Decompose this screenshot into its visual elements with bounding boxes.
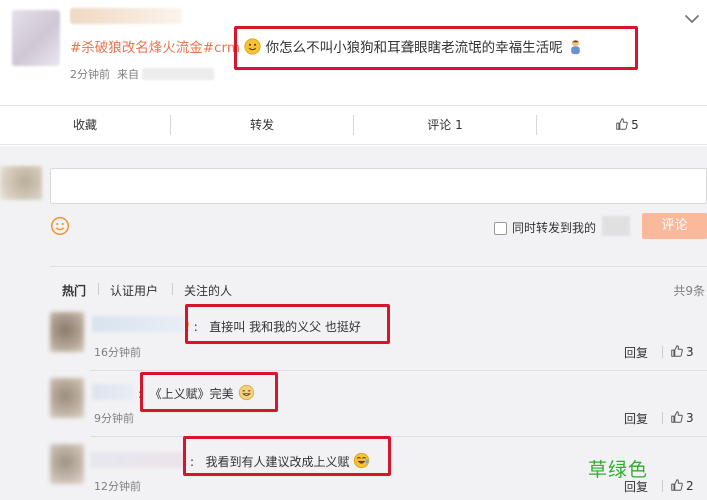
post-author-name-redacted	[70, 8, 182, 24]
row-divider	[90, 370, 707, 371]
reply-divider	[662, 480, 663, 492]
repost-button[interactable]: 转发	[171, 106, 353, 144]
reply-divider	[662, 412, 663, 424]
thumbs-up-icon	[671, 345, 683, 357]
repost-target-redacted	[602, 216, 630, 236]
highlight-box-comment-1	[185, 304, 390, 344]
comment-like-count: 3	[686, 345, 694, 359]
tab-divider	[172, 283, 173, 295]
comment-input[interactable]	[50, 168, 707, 204]
commenter-name-redacted	[90, 452, 186, 468]
post-source-redacted	[142, 68, 214, 80]
post-hashtag[interactable]: #杀破狼改名烽火流金#	[70, 40, 214, 56]
comment-time: 16分钟前	[94, 346, 141, 359]
post-author-avatar[interactable]	[12, 10, 60, 66]
comment-like-button[interactable]: 2	[670, 478, 694, 493]
comment-like-count: 2	[686, 479, 694, 493]
smiley-icon[interactable]	[50, 216, 70, 236]
post-action-bar: 收藏 转发 评论 1 5	[0, 105, 707, 145]
highlight-box-comment-3	[183, 436, 391, 476]
repost-label: 同时转发到我的	[512, 221, 597, 235]
weibo-post: #杀破狼改名烽火流金#crm 你怎么不叫小狼狗和耳聋眼瞎老流氓的幸福生活呢 2分…	[0, 0, 707, 104]
highlight-box-comment-2	[140, 372, 278, 412]
like-button[interactable]: 5	[537, 106, 707, 144]
tab-following[interactable]: 关注的人	[184, 282, 232, 299]
comment-like-button[interactable]: 3	[670, 410, 694, 425]
comment-button[interactable]: 评论 1	[354, 106, 536, 144]
comment-total: 共9条	[673, 284, 705, 298]
thumbs-up-icon	[616, 118, 628, 130]
commenter-name-redacted	[92, 316, 184, 332]
comment-time: 9分钟前	[94, 412, 134, 425]
post-time[interactable]: 2分钟前	[70, 68, 110, 81]
thumbs-up-icon	[671, 479, 683, 491]
tab-hot[interactable]: 热门	[62, 282, 86, 299]
collect-button[interactable]: 收藏	[0, 106, 170, 144]
post-meta: 2分钟前 来自	[70, 66, 214, 82]
reply-button[interactable]: 回复	[624, 410, 648, 427]
chevron-down-icon[interactable]	[681, 8, 703, 30]
repost-checkbox[interactable]	[494, 222, 507, 235]
comment-time: 12分钟前	[94, 480, 141, 493]
commenter-avatar[interactable]	[50, 312, 84, 352]
reply-divider	[662, 346, 663, 358]
like-count: 5	[631, 118, 639, 132]
watermark-text: 草绿色	[588, 459, 649, 481]
current-user-avatar	[0, 166, 42, 200]
highlight-box-post	[234, 26, 638, 70]
post-source-prefix: 来自	[117, 68, 139, 81]
tab-verified-users[interactable]: 认证用户	[110, 282, 158, 299]
tab-divider	[98, 283, 99, 295]
commenter-name-redacted	[92, 384, 134, 400]
commenter-avatar[interactable]	[50, 378, 84, 418]
commenter-avatar[interactable]	[50, 444, 84, 484]
comment-like-count: 3	[686, 411, 694, 425]
comment-section: 同时转发到我的 评论 热门 认证用户 关注的人 共9条 ℓ : 直接叫 我和我的…	[0, 146, 707, 500]
submit-comment-button[interactable]: 评论	[642, 213, 707, 239]
filter-divider	[50, 266, 707, 267]
thumbs-up-icon	[671, 411, 683, 423]
reply-button[interactable]: 回复	[624, 344, 648, 361]
comment-like-button[interactable]: 3	[670, 344, 694, 359]
